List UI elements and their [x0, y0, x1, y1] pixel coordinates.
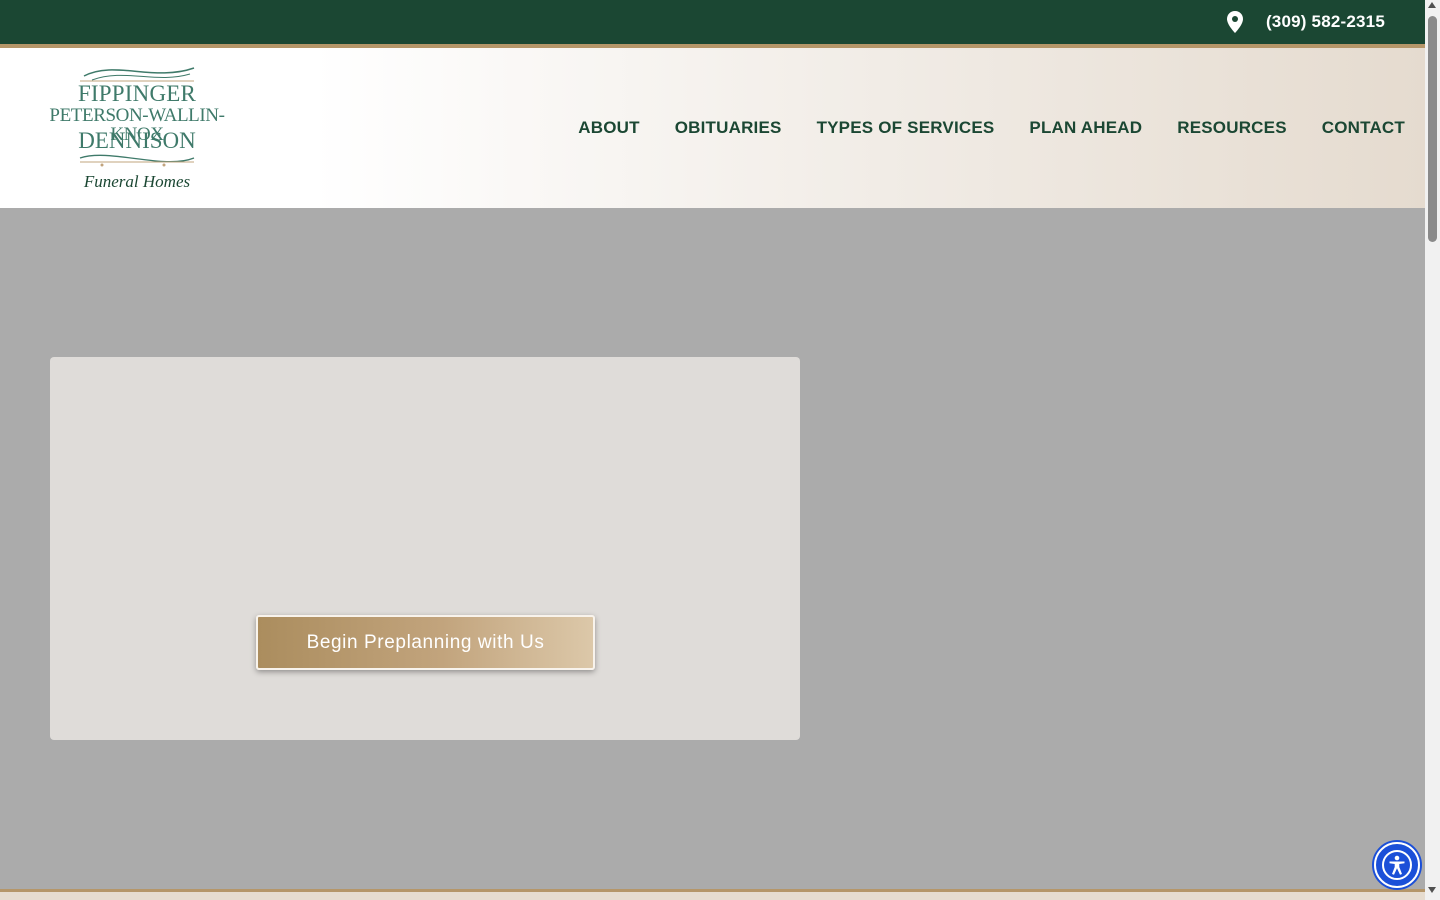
phone-number[interactable]: (309) 582-2315 — [1266, 12, 1385, 32]
scroll-thumb[interactable] — [1428, 16, 1437, 242]
scroll-up-arrow-icon[interactable] — [1428, 2, 1436, 8]
site-logo[interactable]: FIPPINGER PETERSON-WALLIN-KNOX DENNISON … — [44, 62, 230, 194]
nav-about[interactable]: ABOUT — [578, 118, 639, 138]
main-nav: ABOUT OBITUARIES TYPES OF SERVICES PLAN … — [578, 48, 1405, 208]
nav-obituaries[interactable]: OBITUARIES — [675, 118, 782, 138]
nav-plan-ahead[interactable]: PLAN AHEAD — [1029, 118, 1142, 138]
page-scrollbar[interactable] — [1425, 0, 1440, 900]
logo-line-3: DENNISON — [78, 128, 196, 153]
accessibility-button[interactable] — [1374, 842, 1420, 888]
logo-line-1: FIPPINGER — [77, 81, 197, 106]
nav-types-of-services[interactable]: TYPES OF SERVICES — [817, 118, 995, 138]
top-bar: (309) 582-2315 — [0, 0, 1425, 44]
map-pin-icon — [1226, 11, 1243, 33]
begin-preplanning-button[interactable]: Begin Preplanning with Us — [256, 615, 595, 670]
nav-resources[interactable]: RESOURCES — [1177, 118, 1287, 138]
accessibility-icon — [1382, 850, 1412, 880]
phone-link[interactable]: (309) 582-2315 — [1226, 0, 1385, 44]
logo-tagline: Funeral Homes — [83, 172, 191, 191]
site-header: FIPPINGER PETERSON-WALLIN-KNOX DENNISON … — [0, 48, 1425, 208]
hero-card — [50, 357, 800, 740]
footer — [0, 892, 1425, 900]
nav-contact[interactable]: CONTACT — [1322, 118, 1405, 138]
scroll-down-arrow-icon[interactable] — [1428, 887, 1436, 893]
